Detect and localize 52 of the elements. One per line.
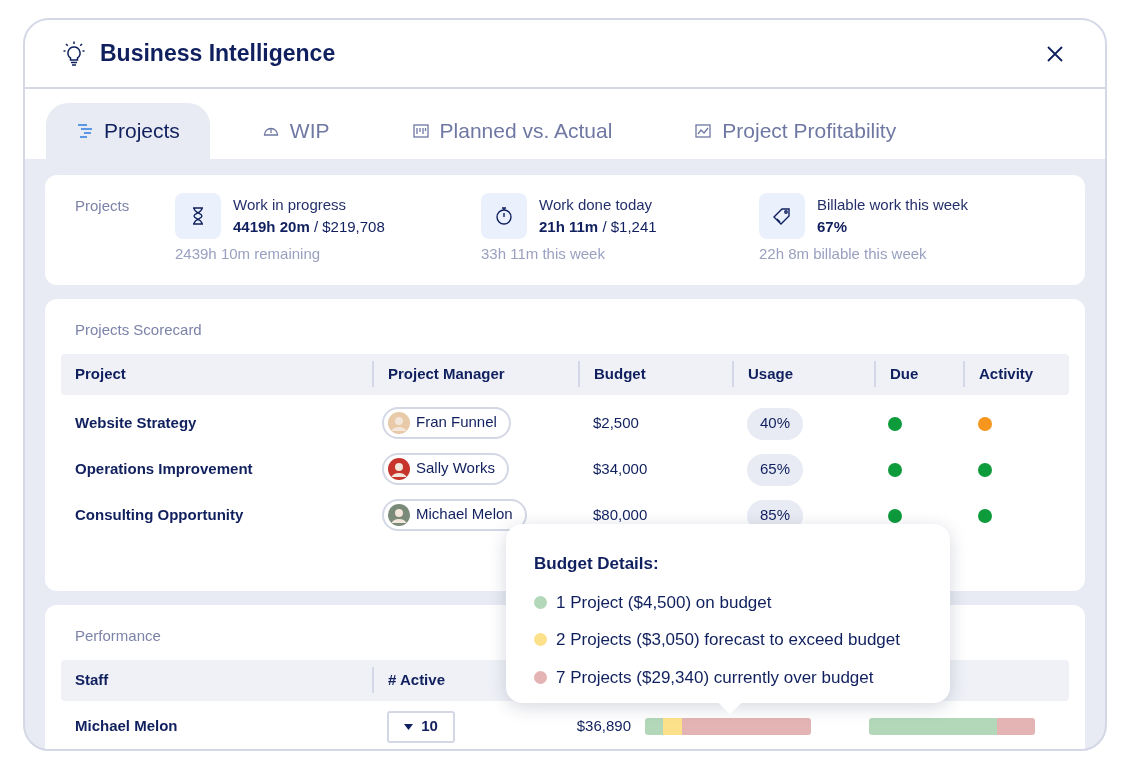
tab[interactable]: WIP (231, 103, 360, 159)
column-header: Activity (978, 363, 1034, 384)
table-cell-text: Consulting Opportunity (74, 505, 245, 526)
stat-value: 67% (817, 217, 849, 237)
table-cell-text: Michael Melon (74, 716, 179, 737)
gantt-icon (76, 123, 94, 139)
active-count-dropdown[interactable]: 10 (387, 710, 455, 743)
line-chart-icon (694, 123, 713, 139)
column-header: Project Manager (387, 363, 505, 384)
column-header: # Active (387, 669, 445, 690)
stat-note: 2439h 10m remaining (175, 244, 322, 264)
stat-note: 22h 8m billable this week (759, 244, 928, 264)
tag-icon (771, 205, 793, 227)
tooltip-title: Budget Details: (534, 553, 660, 575)
stat-note: 33h 11m this week (481, 244, 606, 264)
avatar-icon (388, 503, 410, 526)
column-header: Usage (747, 363, 794, 384)
tab[interactable]: Planned vs. Actual (381, 103, 643, 159)
legend-text: 2 Projects ($3,050) forecast to exceed budget (556, 629, 900, 651)
column-header: Budget (593, 363, 646, 384)
stat-label: Work in progress (233, 195, 348, 215)
avatar-icon (388, 411, 410, 434)
board-icon (411, 123, 430, 139)
table-cell-text: $36,890 (575, 716, 631, 737)
stat-label: Billable work this week (817, 195, 968, 215)
column-header: Project (74, 363, 126, 384)
tab[interactable]: Projects (46, 103, 210, 159)
column-header: Due (889, 363, 919, 384)
stat-value: 4419h 20m / $219,708 (233, 217, 385, 237)
legend-text: 1 Project ($4,500) on budget (556, 591, 772, 614)
table-cell-text: $80,000 (592, 505, 649, 526)
window-title: Business Intelligence (100, 39, 336, 69)
legend-text: 7 Projects ($29,340) currently over budget (556, 666, 874, 689)
column-header: Staff (74, 669, 109, 690)
table-cell-text: $2,500 (592, 413, 640, 434)
lightbulb-icon (63, 40, 85, 67)
manager-chip[interactable]: Fran Funnel (382, 406, 511, 439)
card-title: Projects (75, 196, 131, 216)
table-cell-text: $34,000 (592, 459, 649, 480)
tab[interactable]: Project Profitability (664, 103, 927, 159)
usage-pill: 65% (747, 453, 803, 486)
stopwatch-icon (493, 205, 515, 227)
card-title: Projects Scorecard (75, 320, 202, 340)
usage-pill: 40% (747, 407, 803, 440)
stat-label: Work done today (539, 195, 654, 215)
caret-icon (404, 723, 414, 730)
stat-value: 21h 11m / $1,241 (539, 217, 657, 237)
manager-chip[interactable]: Sally Works (382, 452, 509, 485)
table-cell-text: Website Strategy (74, 413, 198, 434)
card-title: Performance (75, 626, 161, 646)
table-cell-text: Operations Improvement (74, 459, 254, 480)
avatar-icon (388, 457, 410, 480)
